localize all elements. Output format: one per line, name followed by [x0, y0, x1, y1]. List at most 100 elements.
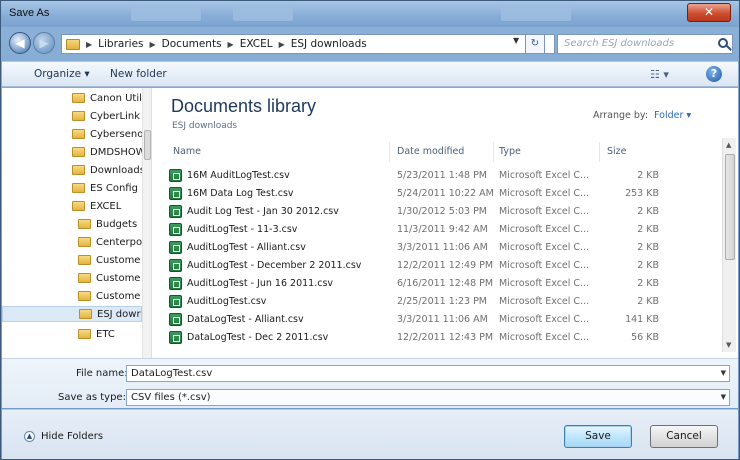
excel-file-icon: [169, 295, 182, 308]
sidebar-item[interactable]: Downloads: [72, 162, 145, 178]
back-button[interactable]: ◀: [9, 32, 31, 54]
excel-file-icon: [169, 313, 182, 326]
save-type-select[interactable]: CSV files (*.csv) ▼: [126, 389, 730, 406]
title-bar[interactable]: Save As ✕: [1, 1, 739, 27]
sidebar-item-label: CyberLink: [90, 110, 140, 122]
breadcrumb-item[interactable]: EXCEL: [240, 38, 273, 50]
file-row[interactable]: 16M AuditLogTest.csv 5/23/2011 1:48 PM Mic…: [167, 168, 717, 184]
search-input[interactable]: Search ESJ downloads: [557, 34, 733, 54]
file-row[interactable]: 16M Data Log Test.csv 5/24/2011 10:22 AM M…: [167, 186, 717, 202]
help-icon[interactable]: ?: [706, 66, 722, 82]
sidebar-item-label: ES Config F: [90, 182, 147, 194]
arrange-by-dropdown[interactable]: Folder ▾: [654, 110, 691, 121]
save-button[interactable]: Save: [564, 425, 632, 448]
column-header-size[interactable]: Size: [607, 146, 627, 157]
new-folder-button[interactable]: New folder: [110, 68, 167, 80]
sidebar-item[interactable]: Budgets: [78, 216, 137, 232]
chevron-right-icon: ▶: [278, 39, 285, 49]
sidebar-item-label: Custome: [96, 254, 141, 266]
column-header-date[interactable]: Date modified: [397, 146, 464, 157]
file-size: 2 KB: [637, 278, 659, 289]
sidebar-item[interactable]: Centerpo: [78, 234, 142, 250]
file-row[interactable]: AuditLogTest - Jun 16 2011.csv 6/16/2011 …: [167, 276, 717, 292]
excel-file-icon: [169, 331, 182, 344]
file-date: 5/23/2011 1:48 PM: [397, 170, 488, 181]
file-name: DataLogTest - Dec 2 2011.csv: [187, 332, 329, 343]
folder-icon: [78, 219, 91, 229]
organize-button[interactable]: Organize ▾: [34, 68, 90, 80]
folder-icon: [72, 129, 85, 139]
file-name: 16M AuditLogTest.csv: [187, 170, 290, 181]
file-type: Microsoft Excel C...: [499, 188, 590, 199]
file-type: Microsoft Excel C...: [499, 314, 590, 325]
scroll-down-icon[interactable]: ▼: [726, 341, 731, 349]
chevron-down-icon[interactable]: ▼: [513, 36, 519, 45]
sidebar-item[interactable]: Custome: [78, 270, 140, 286]
hide-folders-button[interactable]: ▲ Hide Folders: [24, 431, 103, 442]
arrange-by-label: Arrange by:: [593, 110, 649, 121]
column-divider[interactable]: [389, 142, 390, 162]
view-options-icon[interactable]: ☷ ▾: [650, 68, 669, 81]
refresh-button[interactable]: ↻: [525, 34, 545, 54]
file-size: 2 KB: [637, 260, 659, 271]
sidebar-item-label: ETC: [96, 328, 115, 340]
sidebar-item[interactable]: Custome: [78, 288, 140, 304]
file-date: 12/2/2011 12:43 PM: [397, 332, 494, 343]
breadcrumb-item[interactable]: Documents: [162, 38, 222, 50]
chevron-down-icon[interactable]: ▼: [721, 393, 726, 401]
folder-icon: [72, 201, 85, 211]
column-header-name[interactable]: Name: [173, 146, 201, 157]
forward-button[interactable]: ▶: [33, 32, 55, 54]
sidebar-item[interactable]: EXCEL: [72, 198, 121, 214]
sidebar-scrollbar[interactable]: [142, 88, 151, 358]
file-type: Microsoft Excel C...: [499, 224, 590, 235]
folder-icon: [72, 165, 85, 175]
file-date: 1/30/2012 5:03 PM: [397, 206, 488, 217]
scrollbar-thumb[interactable]: [725, 154, 735, 260]
search-icon[interactable]: [718, 38, 728, 48]
file-list-scrollbar[interactable]: ▲ ▼: [722, 138, 736, 352]
column-divider[interactable]: [599, 142, 600, 162]
file-size: 2 KB: [637, 224, 659, 235]
file-name: Audit Log Test - Jan 30 2012.csv: [187, 206, 339, 217]
sidebar-item-label: Budgets: [96, 218, 138, 230]
file-row[interactable]: AuditLogTest.csv 2/25/2011 1:23 PM Microso…: [167, 294, 717, 310]
file-name-input[interactable]: DataLogTest.csv ▼: [126, 365, 730, 382]
sidebar-item[interactable]: Custome: [78, 252, 140, 268]
file-row[interactable]: AuditLogTest - December 2 2011.csv 12/2/2…: [167, 258, 717, 274]
file-row[interactable]: DataLogTest - Alliant.csv 3/3/2011 11:06 …: [167, 312, 717, 328]
chevron-down-icon[interactable]: ▼: [721, 369, 726, 377]
cancel-button[interactable]: Cancel: [650, 425, 718, 448]
folder-icon: [66, 38, 80, 50]
breadcrumb-item[interactable]: Libraries: [98, 38, 143, 50]
breadcrumb[interactable]: ▶ Libraries ▶ Documents ▶ EXCEL ▶ ESJ do…: [61, 34, 555, 54]
sidebar-item[interactable]: CyberLink: [72, 108, 140, 124]
sidebar-item[interactable]: ES Config F: [72, 180, 147, 196]
folder-icon: [78, 273, 91, 283]
excel-file-icon: [169, 223, 182, 236]
excel-file-icon: [169, 259, 182, 272]
column-divider[interactable]: [493, 142, 494, 162]
sidebar-item[interactable]: DMDSHOW: [72, 144, 146, 160]
file-size: 2 KB: [637, 296, 659, 307]
sidebar-item-esj-downloads[interactable]: ESJ dowr: [2, 306, 142, 322]
column-header-type[interactable]: Type: [499, 146, 521, 157]
file-name: AuditLogTest - Alliant.csv: [187, 242, 306, 253]
file-row[interactable]: AuditLogTest - 11-3.csv 11/3/2011 9:42 AM…: [167, 222, 717, 238]
file-row[interactable]: Audit Log Test - Jan 30 2012.csv 1/30/201…: [167, 204, 717, 220]
sidebar-item[interactable]: ETC: [78, 326, 115, 342]
sidebar-item-label: Custome: [96, 272, 141, 284]
breadcrumb-item[interactable]: ESJ downloads: [291, 38, 367, 50]
sidebar-item[interactable]: Cybersenoc: [72, 126, 149, 142]
file-name-value: DataLogTest.csv: [131, 368, 213, 379]
hide-folders-label: Hide Folders: [41, 431, 104, 442]
close-button[interactable]: ✕: [687, 3, 731, 22]
sidebar-item[interactable]: Canon Utili: [72, 90, 145, 106]
file-name: AuditLogTest.csv: [187, 296, 267, 307]
file-date: 11/3/2011 9:42 AM: [397, 224, 488, 235]
file-row[interactable]: AuditLogTest - Alliant.csv 3/3/2011 11:06…: [167, 240, 717, 256]
file-name: AuditLogTest - December 2 2011.csv: [187, 260, 362, 271]
scrollbar-thumb[interactable]: [144, 130, 151, 160]
scroll-up-icon[interactable]: ▲: [726, 141, 731, 149]
file-row[interactable]: DataLogTest - Dec 2 2011.csv 12/2/2011 12…: [167, 330, 717, 346]
